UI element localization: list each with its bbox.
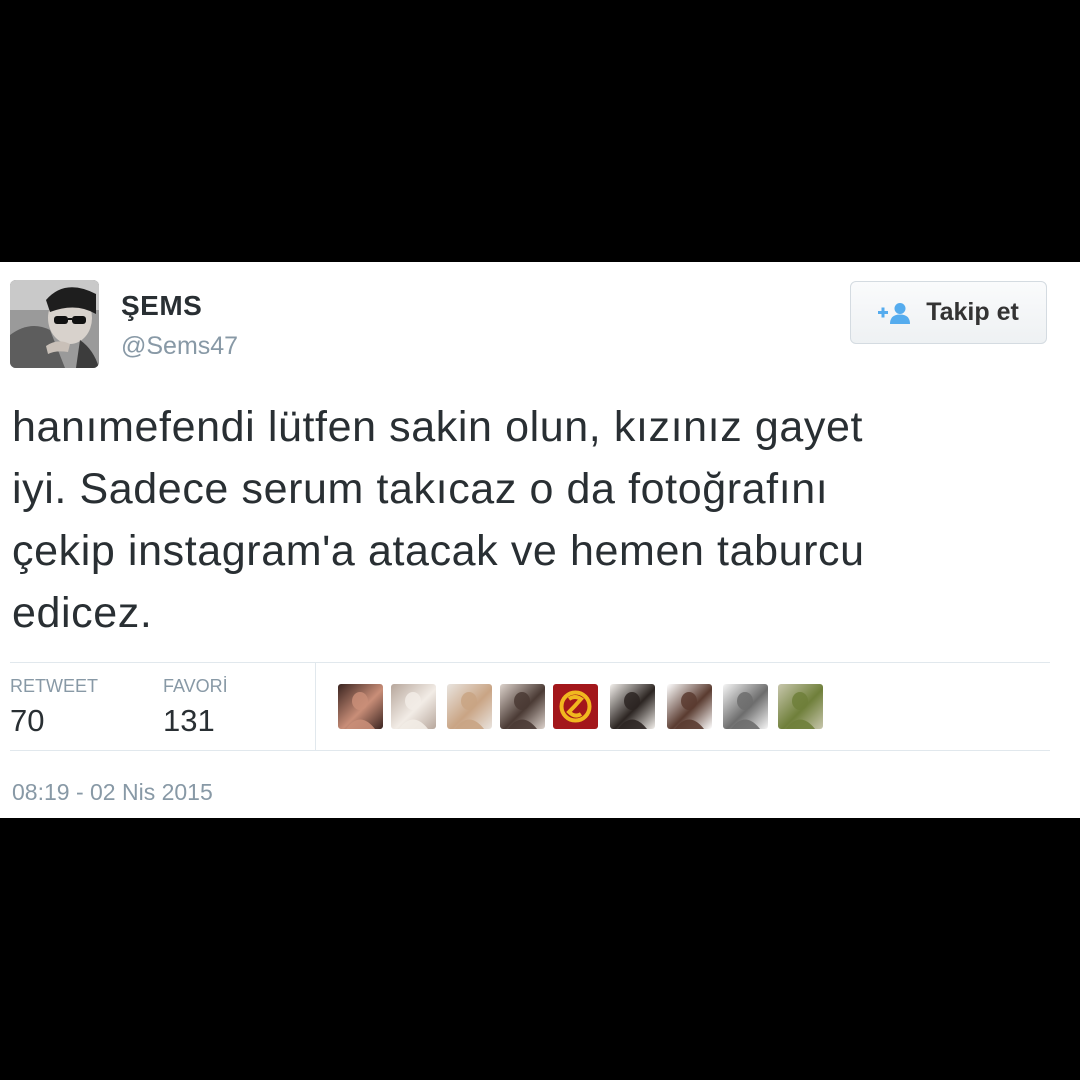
tweet-stats: RETWEET 70 FAVORİ 131	[10, 663, 1050, 750]
favoriter-avatar-6[interactable]	[610, 684, 655, 729]
stats-bottom-divider	[10, 750, 1050, 751]
favoriter-avatar-5[interactable]	[553, 684, 598, 729]
tweet-text-line: edicez.	[12, 589, 153, 637]
screenshot-canvas: ŞEMS @Sems47 Takip et hanımefendi lütfen…	[0, 0, 1080, 1080]
follow-user-plus-icon	[878, 302, 912, 324]
favorite-count: 131	[163, 703, 215, 738]
tweet-text: hanımefendi lütfen sakin olun, kızınız g…	[12, 396, 1062, 644]
favorite-label: FAVORİ	[163, 676, 228, 696]
favoriter-avatar-4[interactable]	[500, 684, 545, 729]
favoriter-avatar-9[interactable]	[778, 684, 823, 729]
favoriter-avatar-7[interactable]	[667, 684, 712, 729]
follow-button[interactable]: Takip et	[850, 281, 1047, 344]
favoriter-avatar-1[interactable]	[338, 684, 383, 729]
follow-button-label: Takip et	[926, 298, 1019, 326]
user-handle[interactable]: @Sems47	[121, 332, 238, 361]
favoriter-avatar-2[interactable]	[391, 684, 436, 729]
favoriter-avatar-3[interactable]	[447, 684, 492, 729]
user-avatar[interactable]	[10, 280, 99, 368]
retweet-label: RETWEET	[10, 676, 98, 696]
favoriter-avatar-8[interactable]	[723, 684, 768, 729]
tweet-text-line: çekip instagram'a atacak ve hemen taburc…	[12, 527, 865, 575]
user-display-name[interactable]: ŞEMS	[121, 290, 202, 322]
tweet-timestamp[interactable]: 08:19 - 02 Nis 2015	[12, 779, 213, 806]
tweet-text-line: iyi. Sadece serum takıcaz o da fotoğrafı…	[12, 465, 829, 513]
stats-separator	[315, 663, 316, 750]
retweet-count: 70	[10, 703, 45, 738]
tweet-text-line: hanımefendi lütfen sakin olun, kızınız g…	[12, 403, 864, 451]
